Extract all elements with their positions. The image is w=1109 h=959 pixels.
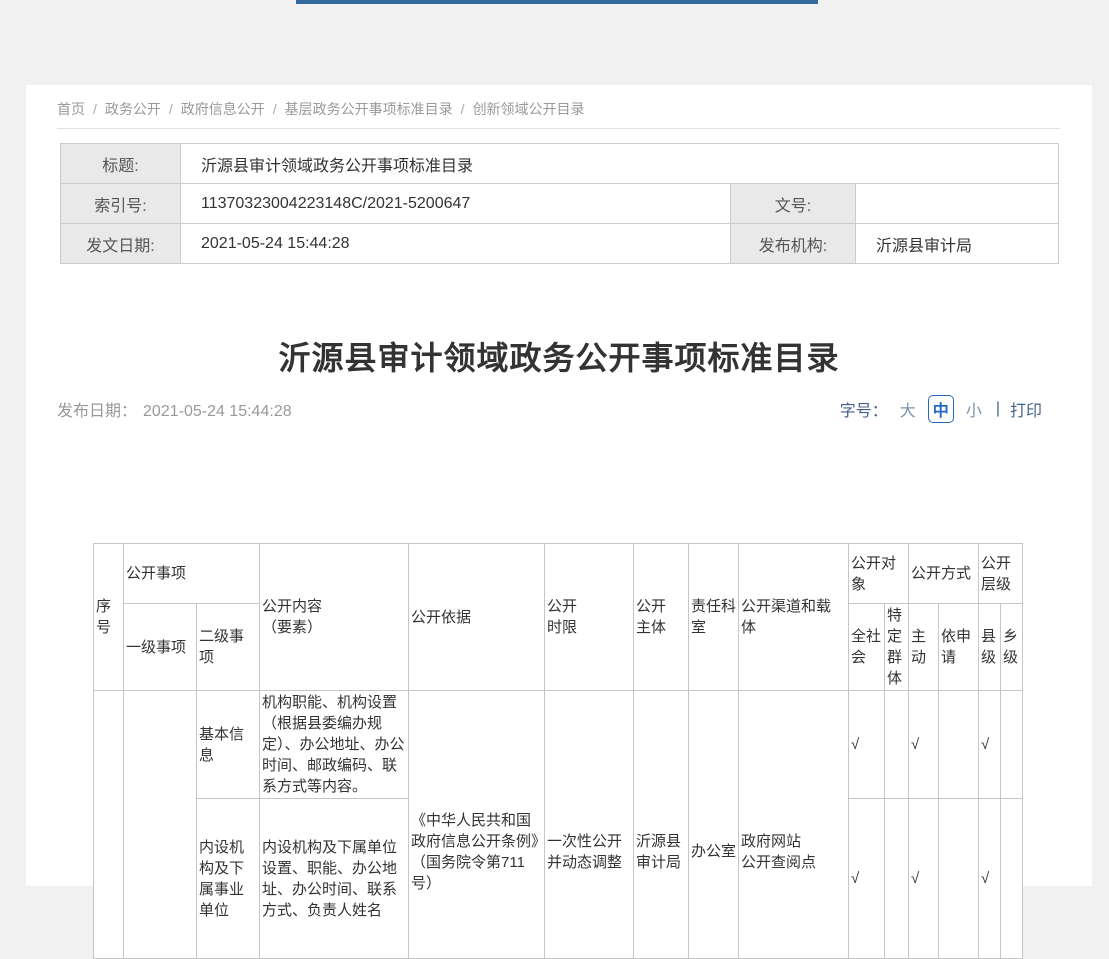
- cell-township-level-mark: [1001, 799, 1023, 959]
- meta-docnum-label: 文号:: [731, 184, 856, 224]
- page-title: 沂源县审计领域政务公开事项标准目录: [26, 333, 1092, 379]
- breadcrumb-separator: /: [93, 101, 97, 117]
- meta-org-value: 沂源县审计局: [856, 224, 1059, 264]
- cell-level1-item: [124, 691, 197, 959]
- meta-index-label: 索引号:: [61, 184, 181, 224]
- cell-proactive-mark: √: [909, 799, 939, 959]
- breadcrumb-home[interactable]: 首页: [57, 101, 85, 117]
- table-row-basic-info: 基本信 息 机构职能、机构设置（根据县委编办规定）、办公地址、办公时间、邮政编码…: [94, 691, 1023, 799]
- meta-row-index: 索引号: 11370323004223148C/2021-5200647 文号:: [61, 184, 1059, 224]
- meta-docnum-value: [856, 184, 1059, 224]
- col-header-method-group: 公开方式: [909, 544, 979, 604]
- col-header-county-level: 县 级: [979, 604, 1001, 691]
- cell-basis: 《中华人民共和国政府信息公开条例》（国务院令第711号）: [409, 691, 545, 959]
- cell-subject: 沂源县审计局: [634, 691, 689, 959]
- document-meta-table: 标题: 沂源县审计领域政务公开事项标准目录 索引号: 1137032300422…: [60, 143, 1059, 264]
- meta-date-value: 2021-05-24 15:44:28: [181, 224, 731, 264]
- cell-level2-item: 内设机构及下属事业单位: [197, 799, 260, 959]
- cell-township-level-mark: [1001, 691, 1023, 799]
- col-header-audience-group: 公开对 象: [849, 544, 909, 604]
- header-row-groups: 序 号 公开事项 公开内容 （要素） 公开依据 公开 时限 公开 主体 责任科 …: [94, 544, 1023, 604]
- print-button[interactable]: 打印: [1010, 397, 1042, 421]
- font-size-small-button[interactable]: 小: [966, 397, 982, 421]
- breadcrumb-separator: /: [461, 101, 465, 117]
- cell-county-level-mark: √: [979, 691, 1001, 799]
- publish-info-bar: 发布日期： 2021-05-24 15:44:28 字号： 大 中 小 | 打印: [57, 395, 1042, 423]
- top-nav-bar: [296, 0, 818, 4]
- cell-on-request-mark: [939, 799, 979, 959]
- col-header-whole-society: 全社 会: [849, 604, 885, 691]
- meta-org-label: 发布机构:: [731, 224, 856, 264]
- cell-level2-item: 基本信 息: [197, 691, 260, 799]
- font-size-controls: 字号： 大 中 小 | 打印: [840, 395, 1042, 423]
- col-header-level2-item: 二级事 项: [197, 604, 260, 691]
- col-header-responsible-office: 责任科 室: [689, 544, 739, 691]
- col-header-level-group: 公开 层级: [979, 544, 1023, 604]
- breadcrumb-separator: /: [169, 101, 173, 117]
- cell-proactive-mark: √: [909, 691, 939, 799]
- breadcrumb-divider: [57, 128, 1060, 129]
- col-header-specific-groups: 特 定 群 体: [885, 604, 909, 691]
- cell-responsible-office: 办公室: [689, 691, 739, 959]
- cell-whole-society-mark: √: [849, 691, 885, 799]
- breadcrumb-chuangxin-lingyu[interactable]: 创新领域公开目录: [473, 101, 585, 117]
- col-header-subject: 公开 主体: [634, 544, 689, 691]
- breadcrumb-xinxi-gongkai[interactable]: 政府信息公开: [181, 101, 265, 117]
- cell-specific-groups-mark: [885, 799, 909, 959]
- meta-row-title: 标题: 沂源县审计领域政务公开事项标准目录: [61, 144, 1059, 184]
- cell-serial-number: [94, 691, 124, 959]
- font-size-medium-button[interactable]: 中: [928, 395, 954, 423]
- publish-date-label: 发布日期：: [57, 403, 137, 420]
- cell-content-elements: 内设机构及下属单位设置、职能、办公地址、办公时间、联系方式、负责人姓名: [260, 799, 409, 959]
- cell-time-limit: 一次性公开并动态调整: [545, 691, 634, 959]
- breadcrumb-biaozhun-mulu[interactable]: 基层政务公开事项标准目录: [285, 101, 453, 117]
- col-header-serial-number: 序 号: [94, 544, 124, 691]
- meta-date-label: 发文日期:: [61, 224, 181, 264]
- meta-title-label: 标题:: [61, 144, 181, 184]
- col-header-basis: 公开依据: [409, 544, 545, 691]
- cell-specific-groups-mark: [885, 691, 909, 799]
- content-card: 首页 / 政务公开 / 政府信息公开 / 基层政务公开事项标准目录 / 创新领域公开目录 标题:…: [26, 85, 1092, 886]
- col-header-township-level: 乡 级: [1001, 604, 1023, 691]
- publish-date-value: 2021-05-24 15:44:28: [143, 403, 292, 420]
- breadcrumb-zhengwu[interactable]: 政务公开: [105, 101, 161, 117]
- col-header-time-limit: 公开 时限: [545, 544, 634, 691]
- col-header-level1-item: 一级事项: [124, 604, 197, 691]
- cell-content-elements: 机构职能、机构设置（根据县委编办规定）、办公地址、办公时间、邮政编码、联系方式等…: [260, 691, 409, 799]
- cell-county-level-mark: √: [979, 799, 1001, 959]
- font-size-label: 字号：: [840, 397, 888, 421]
- print-separator: |: [996, 400, 1000, 418]
- col-header-channels: 公开渠道和载 体: [739, 544, 849, 691]
- catalog-table: 序 号 公开事项 公开内容 （要素） 公开依据 公开 时限 公开 主体 责任科 …: [93, 543, 1023, 959]
- col-header-disclosure-items: 公开事项: [124, 544, 260, 604]
- publish-date: 发布日期： 2021-05-24 15:44:28: [57, 397, 292, 421]
- cell-whole-society-mark: √: [849, 799, 885, 959]
- meta-index-value: 11370323004223148C/2021-5200647: [181, 184, 731, 224]
- meta-title-value: 沂源县审计领域政务公开事项标准目录: [181, 144, 1059, 184]
- breadcrumb-separator: /: [273, 101, 277, 117]
- breadcrumb: 首页 / 政务公开 / 政府信息公开 / 基层政务公开事项标准目录 / 创新领域公开目录: [57, 99, 585, 119]
- font-size-large-button[interactable]: 大: [900, 397, 916, 421]
- col-header-on-request: 依申 请: [939, 604, 979, 691]
- col-header-content-elements: 公开内容 （要素）: [260, 544, 409, 691]
- cell-on-request-mark: [939, 691, 979, 799]
- col-header-proactive: 主 动: [909, 604, 939, 691]
- meta-row-date: 发文日期: 2021-05-24 15:44:28 发布机构: 沂源县审计局: [61, 224, 1059, 264]
- cell-channels: 政府网站 公开查阅点: [739, 691, 849, 959]
